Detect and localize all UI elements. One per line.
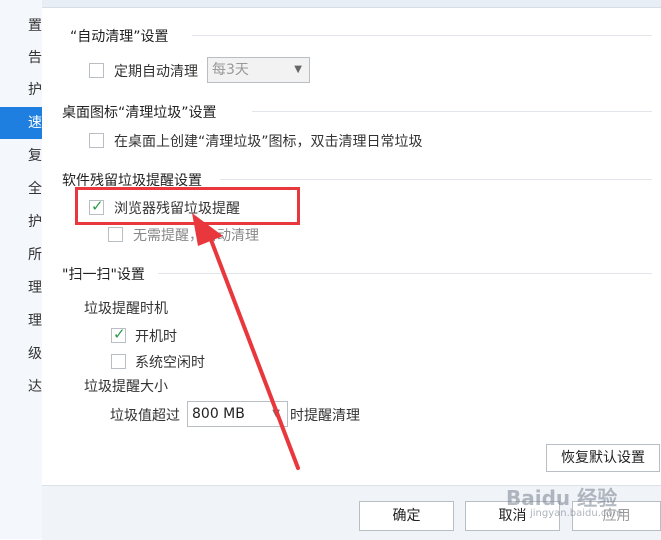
restore-default-button[interactable]: 恢复默认设置 bbox=[546, 444, 660, 472]
sidebar-item[interactable]: 全 bbox=[0, 173, 42, 205]
timing-title: 垃圾提醒时机 bbox=[84, 301, 168, 317]
sidebar-item[interactable]: 告 bbox=[0, 42, 42, 74]
section-title-auto-clean: “自动清理”设置 bbox=[70, 29, 169, 45]
clean-interval-select[interactable]: 每3天 ▼ bbox=[207, 57, 310, 83]
startup-checkbox[interactable]: ✓ bbox=[111, 325, 126, 343]
divider bbox=[252, 111, 652, 112]
sidebar-item[interactable]: 护 bbox=[0, 74, 42, 106]
no-remind-label: 无需提醒，自动清理 bbox=[133, 228, 259, 244]
desktop-icon-checkbox[interactable] bbox=[89, 133, 104, 148]
size-title: 垃圾提醒大小 bbox=[84, 379, 168, 395]
annotation-highlight-box bbox=[75, 187, 300, 225]
size-prefix-label: 垃圾值超过 bbox=[110, 408, 180, 424]
desktop-icon-label: 在桌面上创建“清理垃圾”图标，双击清理日常垃圾 bbox=[114, 134, 423, 150]
sidebar-item[interactable]: 置 bbox=[0, 10, 42, 42]
sidebar-item[interactable]: 理 bbox=[0, 305, 42, 337]
window-top-bar bbox=[42, 0, 661, 8]
idle-checkbox[interactable] bbox=[111, 354, 126, 369]
section-title-scan: "扫一扫"设置 bbox=[62, 267, 145, 283]
chevron-down-icon: ▼ bbox=[272, 408, 280, 419]
baidu-watermark-logo: Baidu 经验 bbox=[506, 486, 618, 510]
periodic-clean-checkbox[interactable] bbox=[89, 63, 104, 78]
startup-label: 开机时 bbox=[135, 329, 177, 345]
sidebar-item[interactable]: 理 bbox=[0, 272, 42, 304]
sidebar-item[interactable]: 达 bbox=[0, 371, 42, 403]
sidebar-item-active[interactable]: 速 bbox=[0, 107, 42, 139]
size-suffix-label: 时提醒清理 bbox=[290, 408, 360, 424]
section-title-desktop-icon: 桌面图标“清理垃圾”设置 bbox=[62, 105, 217, 121]
ok-button[interactable]: 确定 bbox=[359, 501, 454, 531]
periodic-clean-label: 定期自动清理 bbox=[114, 64, 198, 80]
size-threshold-select[interactable]: 800 MB ▼ bbox=[187, 401, 288, 427]
baidu-watermark-url: jingyan.baidu.com bbox=[530, 508, 623, 519]
checkmark-icon: ✓ bbox=[113, 325, 126, 343]
chevron-down-icon: ▼ bbox=[294, 64, 302, 75]
divider bbox=[158, 273, 652, 274]
sidebar-item[interactable]: 级 bbox=[0, 338, 42, 370]
divider bbox=[220, 179, 652, 180]
sidebar-item[interactable]: 复 bbox=[0, 140, 42, 172]
sidebar-item[interactable]: 护 bbox=[0, 206, 42, 238]
sidebar-item[interactable]: 所 bbox=[0, 239, 42, 271]
idle-label: 系统空闲时 bbox=[135, 355, 205, 371]
clean-interval-value: 每3天 bbox=[212, 62, 249, 78]
no-remind-checkbox[interactable] bbox=[108, 227, 123, 242]
divider bbox=[192, 35, 652, 36]
size-threshold-value: 800 MB bbox=[192, 406, 245, 422]
sidebar: 置 告 护 速 复 全 护 所 理 理 级 达 bbox=[0, 0, 43, 539]
